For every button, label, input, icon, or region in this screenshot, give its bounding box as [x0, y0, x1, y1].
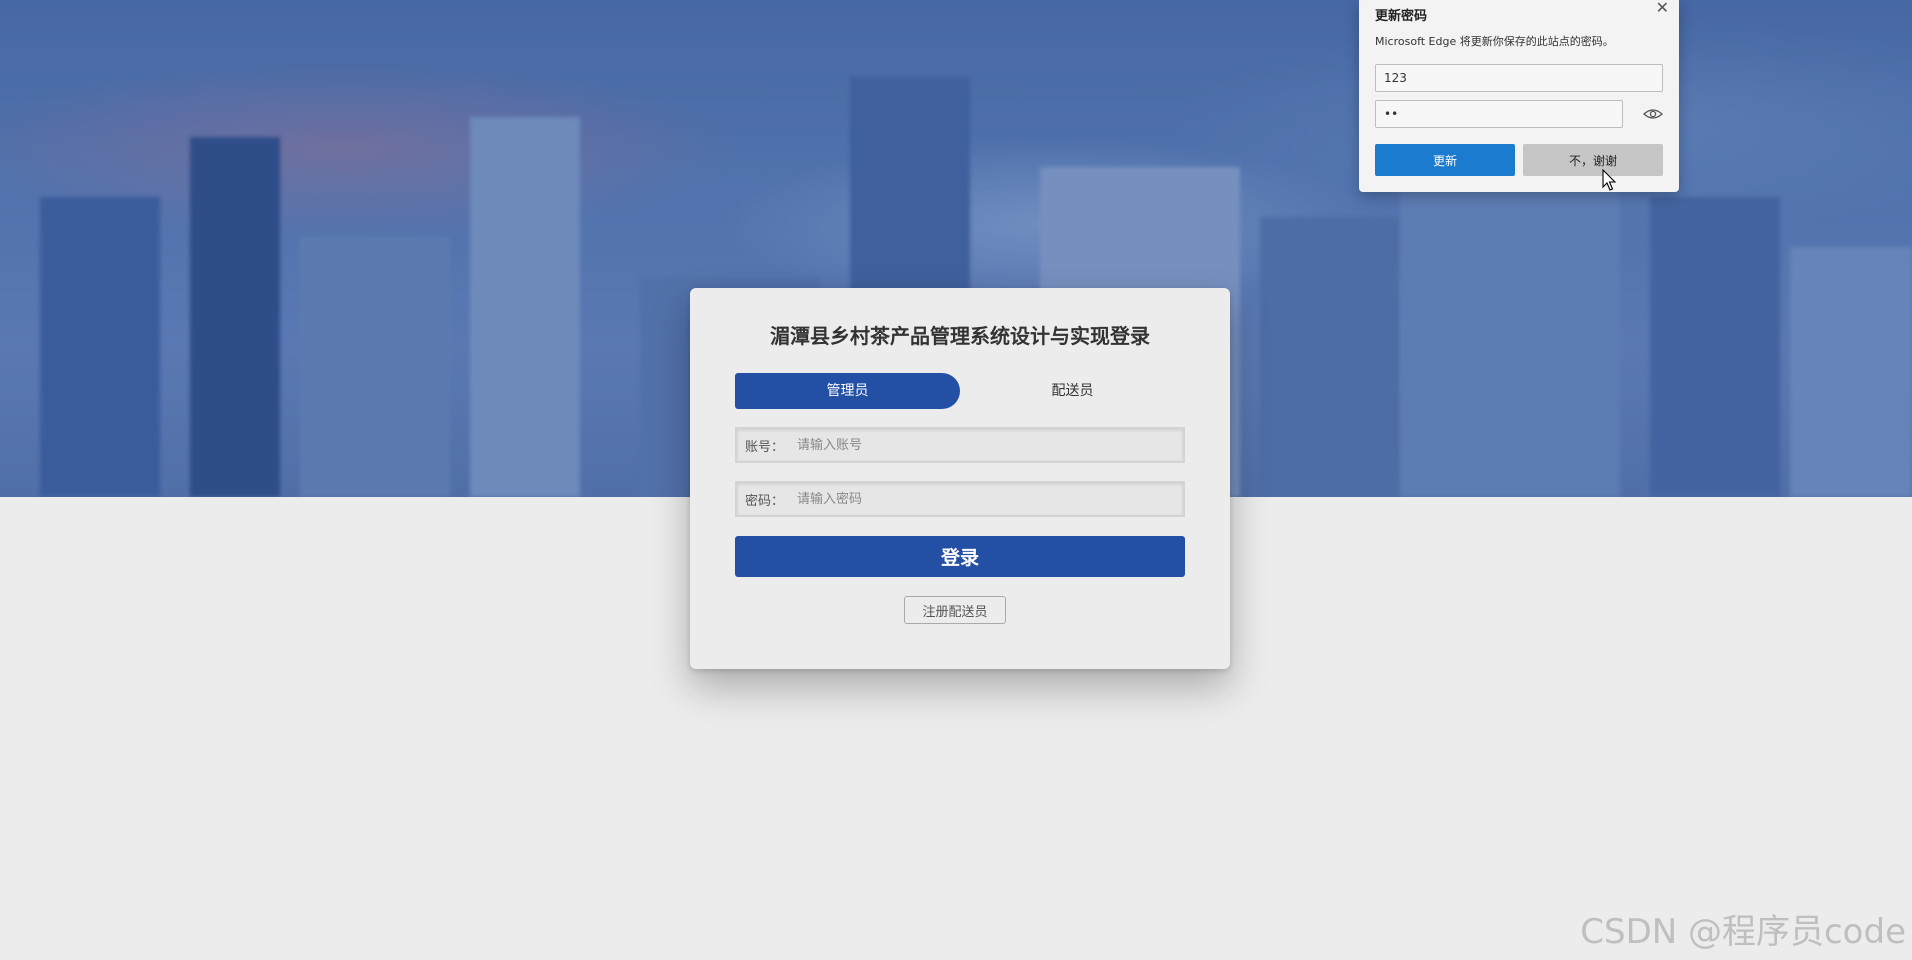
close-icon[interactable]: ✕: [1656, 0, 1669, 17]
password-label: 密码：: [745, 493, 785, 509]
popup-username-field[interactable]: 123: [1375, 64, 1663, 92]
account-input[interactable]: [797, 429, 1183, 461]
popup-description: Microsoft Edge 将更新你保存的此站点的密码。: [1375, 35, 1614, 48]
register-courier-button[interactable]: 注册配送员: [904, 596, 1006, 624]
page: 湄潭县乡村茶产品管理系统设计与实现登录 管理员 配送员 账号： 密码： 登录 注…: [0, 0, 1912, 960]
login-card: 湄潭县乡村茶产品管理系统设计与实现登录 管理员 配送员 账号： 密码： 登录 注…: [690, 288, 1230, 669]
role-tabs: 管理员 配送员: [735, 373, 1185, 409]
tab-courier[interactable]: 配送员: [960, 373, 1185, 409]
watermark: CSDN @程序员code: [1580, 912, 1906, 952]
edge-update-password-popup: 更新密码 ✕ Microsoft Edge 将更新你保存的此站点的密码。 123…: [1359, 0, 1679, 192]
popup-password-field[interactable]: ••: [1375, 100, 1623, 128]
password-input[interactable]: [797, 483, 1183, 515]
mouse-cursor-icon: [1602, 169, 1616, 191]
eye-icon[interactable]: [1642, 104, 1664, 124]
popup-title: 更新密码: [1375, 9, 1428, 24]
password-field: 密码：: [735, 481, 1185, 517]
update-button[interactable]: 更新: [1375, 144, 1515, 176]
account-field: 账号：: [735, 427, 1185, 463]
account-label: 账号：: [745, 439, 785, 455]
login-title: 湄潭县乡村茶产品管理系统设计与实现登录: [770, 324, 1150, 348]
tab-admin[interactable]: 管理员: [735, 373, 960, 409]
no-thanks-button[interactable]: 不，谢谢: [1523, 144, 1663, 176]
login-button[interactable]: 登录: [735, 536, 1185, 577]
